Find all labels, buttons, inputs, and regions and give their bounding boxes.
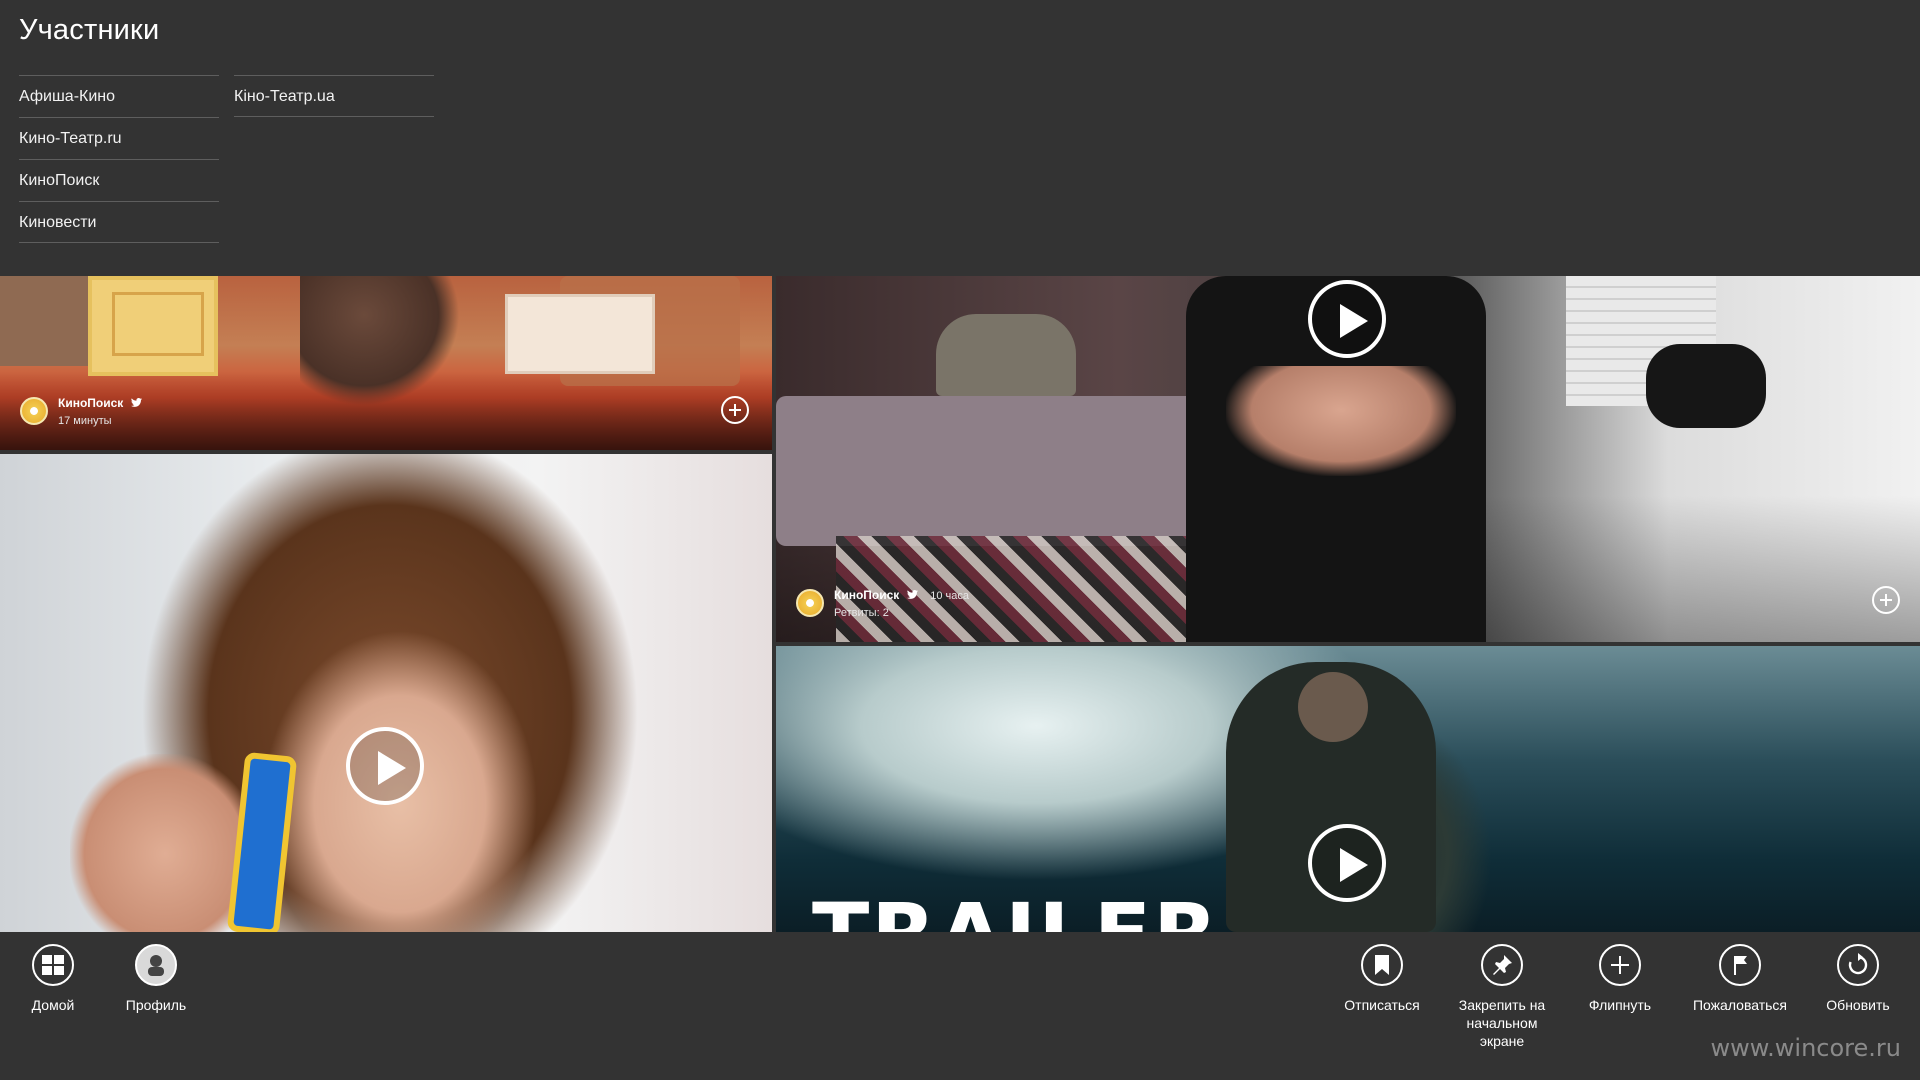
pin-label: Закрепить на начальном экране bbox=[1458, 997, 1546, 1049]
twitter-bird-icon bbox=[130, 398, 142, 407]
member-link[interactable]: Кіно-Театр.ua bbox=[234, 75, 434, 117]
play-icon[interactable] bbox=[1308, 824, 1386, 902]
report-label: Пожаловаться bbox=[1692, 997, 1787, 1013]
flip-add-icon[interactable] bbox=[721, 396, 749, 424]
refresh-label: Обновить bbox=[1826, 997, 1890, 1013]
pin-icon bbox=[1481, 944, 1523, 986]
tile-source-info: КиноПоиск 10 часа Ретвиты: 2 bbox=[796, 586, 969, 619]
profile-label: Профиль bbox=[125, 997, 187, 1013]
member-link[interactable]: Афиша-Кино bbox=[19, 75, 219, 117]
profile-avatar-icon bbox=[135, 944, 177, 986]
feed-tile-video-trailer[interactable]: TRAILER bbox=[776, 646, 1920, 932]
play-icon[interactable] bbox=[346, 727, 424, 805]
feed-tile-video-phone[interactable] bbox=[0, 454, 772, 932]
pin-to-start-button[interactable]: Закрепить на начальном экране bbox=[1442, 944, 1562, 1050]
flip-button[interactable]: Флипнуть bbox=[1560, 944, 1680, 1014]
trailer-caption: TRAILER bbox=[812, 892, 1220, 932]
source-avatar[interactable] bbox=[20, 396, 48, 425]
source-name[interactable]: КиноПоиск bbox=[58, 396, 123, 410]
report-button[interactable]: Пожаловаться bbox=[1680, 944, 1800, 1014]
refresh-icon bbox=[1837, 944, 1879, 986]
members-column-2: Кіно-Театр.ua bbox=[234, 75, 434, 243]
refresh-button[interactable]: Обновить bbox=[1798, 944, 1918, 1014]
unsubscribe-button[interactable]: Отписаться bbox=[1322, 944, 1442, 1014]
flip-add-icon[interactable] bbox=[1872, 586, 1900, 614]
member-link[interactable]: КиноПоиск bbox=[19, 159, 219, 201]
app-bar: Домой Профиль Отписаться Закрепить на на… bbox=[0, 932, 1920, 1080]
source-name[interactable]: КиноПоиск bbox=[834, 588, 899, 602]
unsubscribe-bookmark-icon bbox=[1361, 944, 1403, 986]
home-icon bbox=[32, 944, 74, 986]
play-icon[interactable] bbox=[1308, 280, 1386, 358]
post-time: 10 часа bbox=[930, 590, 969, 602]
flip-label: Флипнуть bbox=[1588, 997, 1652, 1013]
post-time: 17 минуты bbox=[58, 415, 112, 427]
member-link[interactable]: Киновести bbox=[19, 201, 219, 243]
source-avatar[interactable] bbox=[796, 588, 824, 617]
page-title: Участники bbox=[19, 14, 160, 46]
twitter-bird-icon bbox=[906, 590, 918, 599]
home-label: Домой bbox=[31, 997, 75, 1013]
member-link[interactable]: Кино-Театр.ru bbox=[19, 117, 219, 159]
retweet-count: Ретвиты: 2 bbox=[834, 607, 889, 619]
members-column-1: Афиша-Кино Кино-Театр.ru КиноПоиск Кинов… bbox=[19, 75, 219, 243]
feed-tile-stage[interactable]: КиноПоиск 17 минуты bbox=[0, 276, 772, 450]
profile-button[interactable]: Профиль bbox=[96, 944, 216, 1014]
tile-image bbox=[0, 454, 772, 932]
tile-source-info: КиноПоиск 17 минуты bbox=[20, 394, 142, 427]
watermark: www.wincore.ru bbox=[1710, 1034, 1901, 1062]
members-list: Афиша-Кино Кино-Театр.ru КиноПоиск Кинов… bbox=[19, 75, 434, 243]
flag-icon bbox=[1719, 944, 1761, 986]
unsubscribe-label: Отписаться bbox=[1344, 997, 1420, 1013]
feed-tile-video-host[interactable]: КиноПоиск 10 часа Ретвиты: 2 bbox=[776, 276, 1920, 642]
plus-icon bbox=[1599, 944, 1641, 986]
